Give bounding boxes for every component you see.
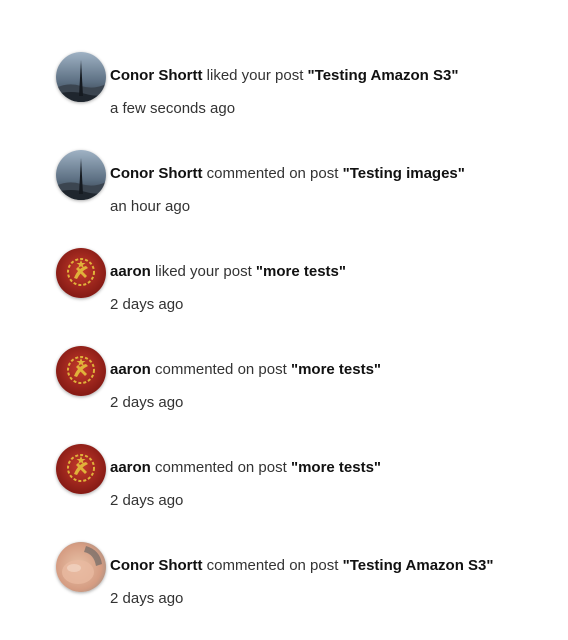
notification-user[interactable]: Conor Shortt bbox=[110, 557, 202, 574]
notification-text: aaron commented on post "more tests" bbox=[110, 458, 381, 478]
notification-time: 2 days ago bbox=[110, 590, 184, 607]
notification-time: 2 days ago bbox=[110, 394, 184, 411]
user-avatar[interactable] bbox=[56, 150, 106, 200]
notification-item[interactable]: Conor Shortt commented on post "Testing … bbox=[56, 542, 556, 640]
user-avatar[interactable] bbox=[56, 444, 106, 494]
notification-post-title[interactable]: "Testing images" bbox=[343, 165, 465, 182]
red-emblem-avatar bbox=[56, 248, 106, 298]
notification-text: Conor Shortt liked your post "Testing Am… bbox=[110, 66, 458, 86]
notification-action: commented on post bbox=[155, 361, 287, 378]
notification-action: commented on post bbox=[155, 459, 287, 476]
notification-time: 2 days ago bbox=[110, 296, 184, 313]
notification-post-title[interactable]: "more tests" bbox=[291, 459, 381, 476]
notification-user[interactable]: Conor Shortt bbox=[110, 67, 202, 84]
notification-post-title[interactable]: "more tests" bbox=[256, 263, 346, 280]
notification-post-title[interactable]: "more tests" bbox=[291, 361, 381, 378]
notification-action: liked your post bbox=[206, 67, 304, 84]
user-avatar[interactable] bbox=[56, 542, 106, 592]
notification-list: Conor Shortt liked your post "Testing Am… bbox=[56, 52, 556, 640]
red-emblem-avatar bbox=[56, 346, 106, 396]
notification-time: a few seconds ago bbox=[110, 100, 236, 117]
red-emblem-avatar bbox=[56, 444, 106, 494]
notification-action: commented on post bbox=[206, 557, 339, 574]
notification-content: Conor Shortt commented on post "Testing … bbox=[110, 150, 465, 217]
user-avatar[interactable] bbox=[56, 52, 106, 102]
notification-user[interactable]: aaron bbox=[110, 263, 151, 280]
notification-content: aaron commented on post "more tests" 2 d… bbox=[110, 444, 381, 511]
notification-user[interactable]: aaron bbox=[110, 361, 151, 378]
user-avatar[interactable] bbox=[56, 248, 106, 298]
notification-item[interactable]: Conor Shortt liked your post "Testing Am… bbox=[56, 52, 556, 150]
notification-time: an hour ago bbox=[110, 198, 191, 215]
notification-content: Conor Shortt liked your post "Testing Am… bbox=[110, 52, 458, 119]
user-avatar[interactable] bbox=[56, 346, 106, 396]
notification-text: Conor Shortt commented on post "Testing … bbox=[110, 556, 494, 576]
notification-action: commented on post bbox=[206, 165, 339, 182]
notification-post-title[interactable]: "Testing Amazon S3" bbox=[308, 67, 459, 84]
notification-post-title[interactable]: "Testing Amazon S3" bbox=[343, 557, 494, 574]
notification-user[interactable]: Conor Shortt bbox=[110, 165, 202, 182]
notification-item[interactable]: aaron liked your post "more tests" 2 day… bbox=[56, 248, 556, 346]
notification-action: liked your post bbox=[155, 263, 252, 280]
notification-item[interactable]: aaron commented on post "more tests" 2 d… bbox=[56, 444, 556, 542]
notification-text: aaron liked your post "more tests" bbox=[110, 262, 346, 282]
notification-content: Conor Shortt commented on post "Testing … bbox=[110, 542, 494, 609]
notification-item[interactable]: Conor Shortt commented on post "Testing … bbox=[56, 150, 556, 248]
tower-landscape-avatar bbox=[56, 52, 106, 102]
notification-item[interactable]: aaron commented on post "more tests" 2 d… bbox=[56, 346, 556, 444]
notification-content: aaron liked your post "more tests" 2 day… bbox=[110, 248, 346, 315]
notification-user[interactable]: aaron bbox=[110, 459, 151, 476]
blurred-face-avatar bbox=[56, 542, 106, 592]
notification-text: aaron commented on post "more tests" bbox=[110, 360, 381, 380]
notification-text: Conor Shortt commented on post "Testing … bbox=[110, 164, 465, 184]
tower-landscape-avatar bbox=[56, 150, 106, 200]
notification-content: aaron commented on post "more tests" 2 d… bbox=[110, 346, 381, 413]
notification-time: 2 days ago bbox=[110, 492, 184, 509]
